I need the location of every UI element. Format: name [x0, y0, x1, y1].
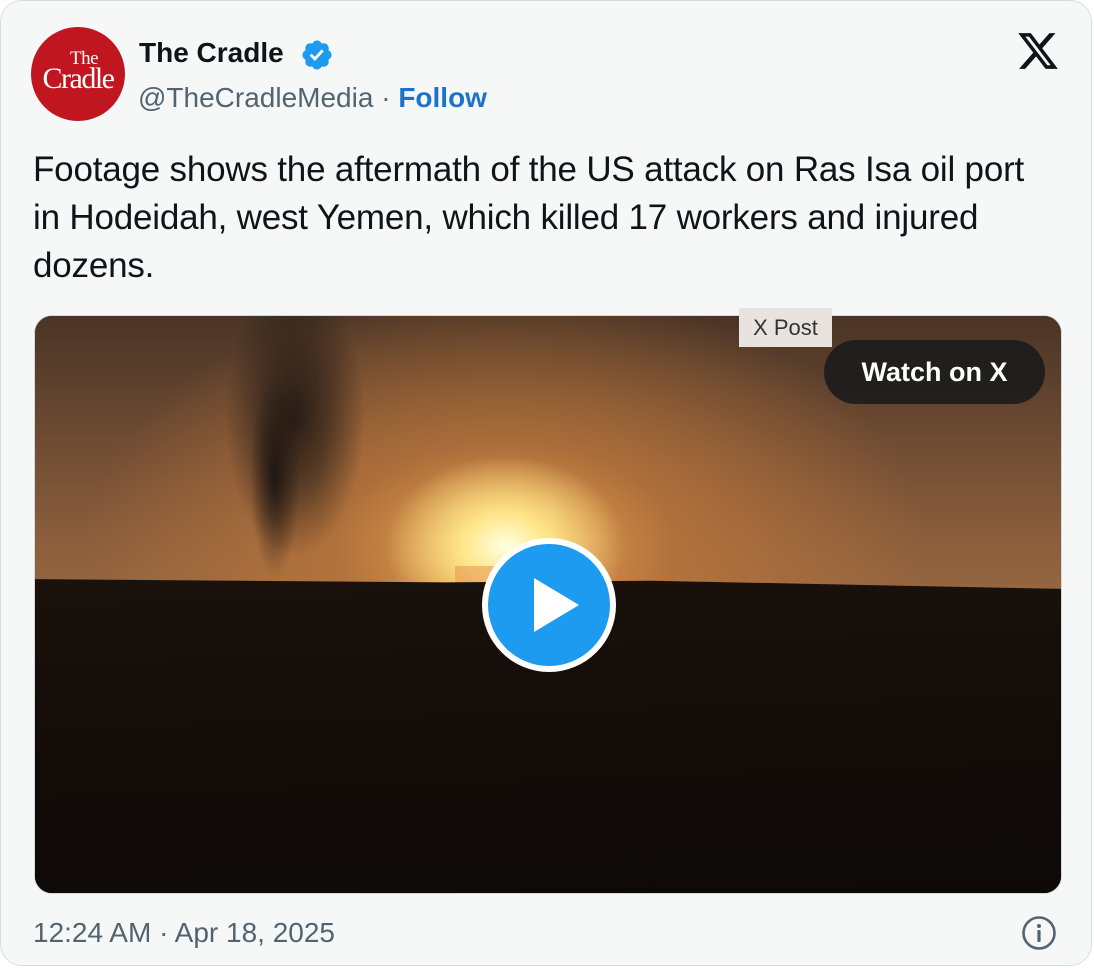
follow-button[interactable]: Follow: [398, 82, 487, 113]
play-triangle-icon: [534, 578, 579, 632]
embedded-post-card: The Cradle The Cradle @TheCradleMedia · …: [0, 0, 1092, 966]
play-icon: [488, 544, 610, 666]
post-text: Footage shows the aftermath of the US at…: [33, 150, 1025, 285]
post-timestamp[interactable]: 12:24 AM · Apr 18, 2025: [33, 915, 335, 951]
x-logo-icon[interactable]: [1015, 29, 1061, 73]
separator-dot: ·: [381, 82, 391, 113]
avatar-logo-text: Cradle: [42, 62, 115, 95]
play-button[interactable]: [482, 538, 616, 672]
verified-badge-icon: [302, 40, 332, 70]
author-handle[interactable]: @TheCradleMedia: [138, 82, 373, 113]
author-avatar[interactable]: The Cradle: [31, 27, 125, 121]
smoke-column: [245, 376, 305, 576]
x-post-tag: X Post: [739, 308, 832, 347]
info-icon[interactable]: [1021, 915, 1057, 951]
author-name[interactable]: The Cradle: [139, 35, 284, 71]
author-handle-row: @TheCradleMedia · Follow: [138, 80, 487, 116]
watch-on-x-button[interactable]: Watch on X: [824, 340, 1045, 404]
